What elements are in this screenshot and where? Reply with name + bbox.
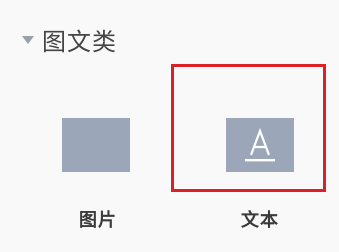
- text-tile[interactable]: 文本: [196, 76, 324, 248]
- image-tile-label: 图片: [79, 210, 117, 231]
- text-a-icon: [226, 118, 294, 172]
- image-tile[interactable]: 图片: [34, 76, 162, 248]
- section-header-graphics-text[interactable]: 图文类: [22, 22, 117, 56]
- section-title: 图文类: [42, 27, 117, 56]
- caret-down-icon: [22, 36, 34, 44]
- image-placeholder-icon: [62, 118, 130, 172]
- text-tile-label: 文本: [241, 210, 279, 231]
